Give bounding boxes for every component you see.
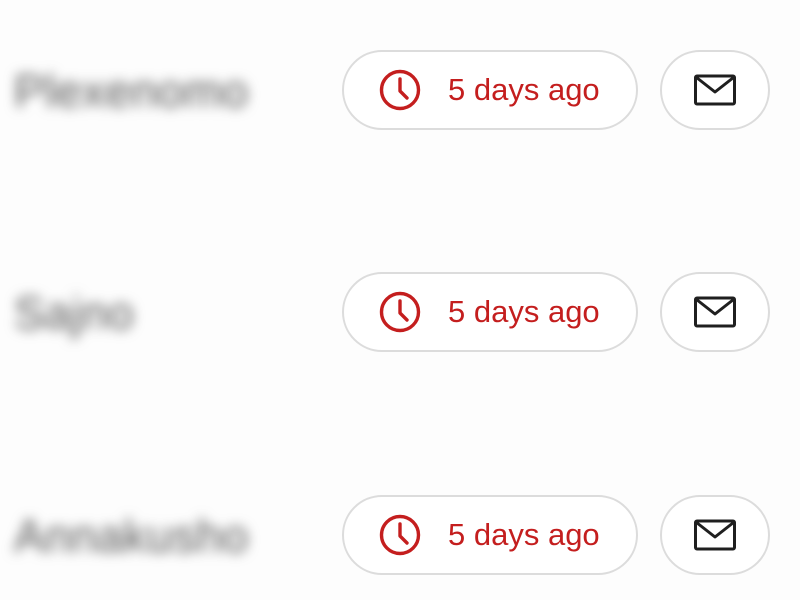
last-contact-button[interactable]: 5 days ago xyxy=(342,272,638,352)
time-ago-label: 5 days ago xyxy=(448,72,600,107)
mail-icon xyxy=(694,519,736,551)
list-item: Plexenomo 5 days ago xyxy=(0,50,800,132)
clock-icon xyxy=(379,514,421,556)
time-ago-label: 5 days ago xyxy=(448,517,600,552)
send-email-button[interactable] xyxy=(660,50,770,130)
send-email-button[interactable] xyxy=(660,495,770,575)
mail-icon xyxy=(694,74,736,106)
list-item: Annakusho 5 days ago xyxy=(0,495,800,577)
contact-name: Annakusho xyxy=(14,510,249,562)
last-contact-button[interactable]: 5 days ago xyxy=(342,495,638,575)
time-ago-label: 5 days ago xyxy=(448,294,600,329)
clock-icon xyxy=(379,69,421,111)
contact-list: Plexenomo 5 days ago Sajno 5 days ago An… xyxy=(0,0,800,600)
mail-icon xyxy=(694,296,736,328)
last-contact-button[interactable]: 5 days ago xyxy=(342,50,638,130)
send-email-button[interactable] xyxy=(660,272,770,352)
list-item: Sajno 5 days ago xyxy=(0,272,800,354)
contact-name: Plexenomo xyxy=(14,65,249,117)
clock-icon xyxy=(379,291,421,333)
contact-name: Sajno xyxy=(14,287,135,339)
